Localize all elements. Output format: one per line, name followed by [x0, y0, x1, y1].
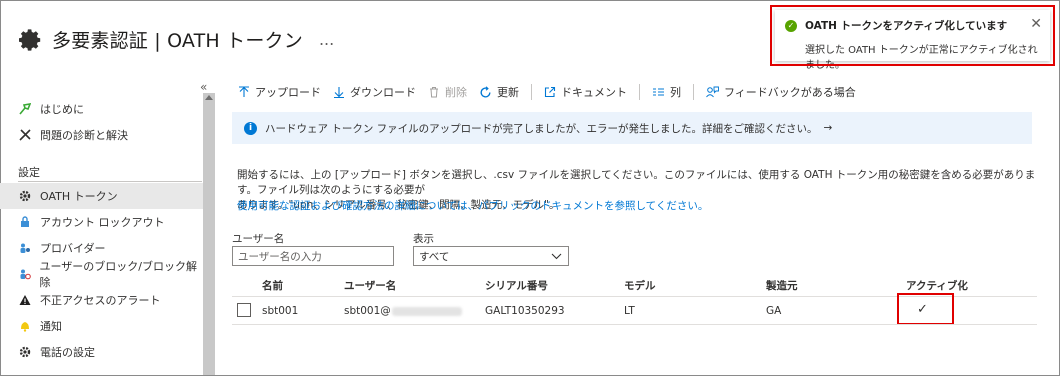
- wrench-icon: [18, 128, 32, 142]
- scroll-up-icon[interactable]: [205, 95, 213, 100]
- download-icon: [333, 86, 345, 98]
- cell-serial: GALT10350293: [485, 305, 565, 317]
- sidebar-item-quickstart[interactable]: はじめに: [18, 96, 202, 122]
- sidebar-item-oath-tokens[interactable]: OATH トークン: [0, 183, 203, 209]
- sidebar-item-phone-settings[interactable]: 電話の設定: [18, 339, 202, 365]
- cell-name: sbt001: [262, 305, 299, 317]
- sidebar-item-label: アカウント ロックアウト: [40, 216, 165, 229]
- info-banner[interactable]: i ハードウェア トークン ファイルのアップロードが完了しましたが、エラーが発生…: [232, 112, 1032, 144]
- sidebar-item-label: 通知: [40, 320, 62, 333]
- command-bar: アップロード ダウンロード 削除 更新 ドキュメント 列 フィードバックがある場…: [238, 82, 868, 102]
- info-banner-text: ハードウェア トークン ファイルのアップロードが完了しましたが、エラーが発生しま…: [265, 122, 818, 135]
- collapse-sidebar-button[interactable]: «: [200, 80, 207, 94]
- gear-icon: [19, 28, 41, 51]
- sidebar-item-label: はじめに: [40, 103, 84, 116]
- show-filter-value: すべて: [419, 250, 450, 263]
- cell-model: LT: [624, 305, 635, 317]
- upload-button[interactable]: アップロード: [238, 84, 321, 100]
- refresh-label: 更新: [497, 86, 519, 99]
- sidebar-item-fraud-alert[interactable]: 不正アクセスのアラート: [18, 287, 202, 313]
- lock-icon: [18, 215, 32, 229]
- instructions-line: 開始するには、上の [アップロード] ボタンを選択し、.csv ファイルを選択し…: [237, 169, 1036, 196]
- page-header: 多要素認証 | OATH トークン ...: [18, 26, 334, 53]
- sidebar-item-notifications[interactable]: 通知: [18, 313, 202, 339]
- column-header-manufacturer[interactable]: 製造元: [766, 278, 798, 293]
- highlight-box: [897, 293, 954, 325]
- providers-icon: [18, 241, 32, 255]
- cell-manufacturer: GA: [766, 305, 782, 317]
- delete-label: 削除: [445, 86, 467, 99]
- sidebar-item-label: 電話の設定: [40, 346, 95, 359]
- sidebar-item-label: プロバイダー: [40, 242, 106, 255]
- username-filter-placeholder: ユーザー名の入力: [238, 250, 322, 263]
- download-button[interactable]: ダウンロード: [333, 84, 416, 100]
- block-users-icon: [18, 267, 32, 281]
- sidebar-item-label: 不正アクセスのアラート: [40, 294, 161, 307]
- refresh-button[interactable]: 更新: [479, 84, 519, 100]
- highlight-box: [770, 5, 1055, 66]
- external-link-icon: [544, 86, 556, 98]
- delete-button[interactable]: 削除: [428, 84, 467, 100]
- sidebar-item-account-lockout[interactable]: アカウント ロックアウト: [18, 209, 202, 235]
- more-options-button[interactable]: ...: [319, 30, 334, 49]
- download-label: ダウンロード: [350, 86, 416, 99]
- column-header-name[interactable]: 名前: [262, 278, 283, 293]
- gear-icon: [18, 345, 32, 359]
- quickstart-icon: [18, 102, 32, 116]
- gear-icon: [18, 189, 32, 203]
- cell-username-text: sbt001@: [344, 305, 391, 317]
- trash-icon: [428, 86, 440, 98]
- column-header-serial[interactable]: シリアル番号: [485, 278, 548, 293]
- documents-label: ドキュメント: [561, 86, 627, 99]
- sidebar-item-diagnose[interactable]: 問題の診断と解決: [18, 122, 202, 148]
- columns-label: 列: [670, 86, 681, 99]
- username-filter-label: ユーザー名: [232, 233, 285, 245]
- upload-icon: [238, 86, 250, 98]
- toolbar-divider: [531, 84, 532, 100]
- upload-label: アップロード: [255, 86, 321, 99]
- warning-icon: [18, 293, 32, 307]
- feedback-label: フィードバックがある場合: [724, 86, 856, 99]
- sidebar-divider: [18, 181, 202, 182]
- column-header-activated[interactable]: アクティブ化: [906, 278, 968, 293]
- sidebar-scrollbar[interactable]: [203, 93, 215, 375]
- sidebar-section-settings: 設定: [18, 166, 40, 179]
- show-filter-label: 表示: [413, 233, 434, 245]
- columns-icon: [652, 86, 665, 98]
- bell-icon: [18, 319, 32, 333]
- columns-button[interactable]: 列: [652, 84, 681, 100]
- column-header-username[interactable]: ユーザー名: [344, 278, 396, 293]
- cell-username: sbt001@: [344, 305, 462, 317]
- sidebar-item-label: 問題の診断と解決: [40, 129, 128, 142]
- table-divider: [232, 324, 1037, 325]
- arrow-right-icon: →: [823, 122, 833, 134]
- toolbar-divider: [693, 84, 694, 100]
- documentation-link[interactable]: 使用可能な認証および確認方法の詳細については、パブリックのドキュメントを参照して…: [237, 198, 708, 213]
- sidebar-item-label: ユーザーのブロック/ブロック解除: [39, 260, 198, 289]
- refresh-icon: [479, 85, 492, 99]
- redacted-domain: [391, 306, 462, 316]
- feedback-icon: [706, 86, 719, 98]
- username-filter-input[interactable]: ユーザー名の入力: [232, 246, 394, 266]
- info-icon: i: [244, 121, 257, 135]
- show-filter-dropdown[interactable]: すべて: [413, 246, 569, 266]
- feedback-button[interactable]: フィードバックがある場合: [706, 84, 856, 100]
- column-header-model[interactable]: モデル: [624, 278, 656, 293]
- row-select-checkbox[interactable]: [237, 303, 251, 317]
- documents-button[interactable]: ドキュメント: [544, 84, 627, 100]
- sidebar-item-block-users[interactable]: ユーザーのブロック/ブロック解除: [18, 260, 202, 289]
- chevron-down-icon: [551, 251, 562, 264]
- toolbar-divider: [639, 84, 640, 100]
- page-title: 多要素認証 | OATH トークン: [52, 30, 303, 52]
- sidebar-item-label: OATH トークン: [40, 190, 118, 203]
